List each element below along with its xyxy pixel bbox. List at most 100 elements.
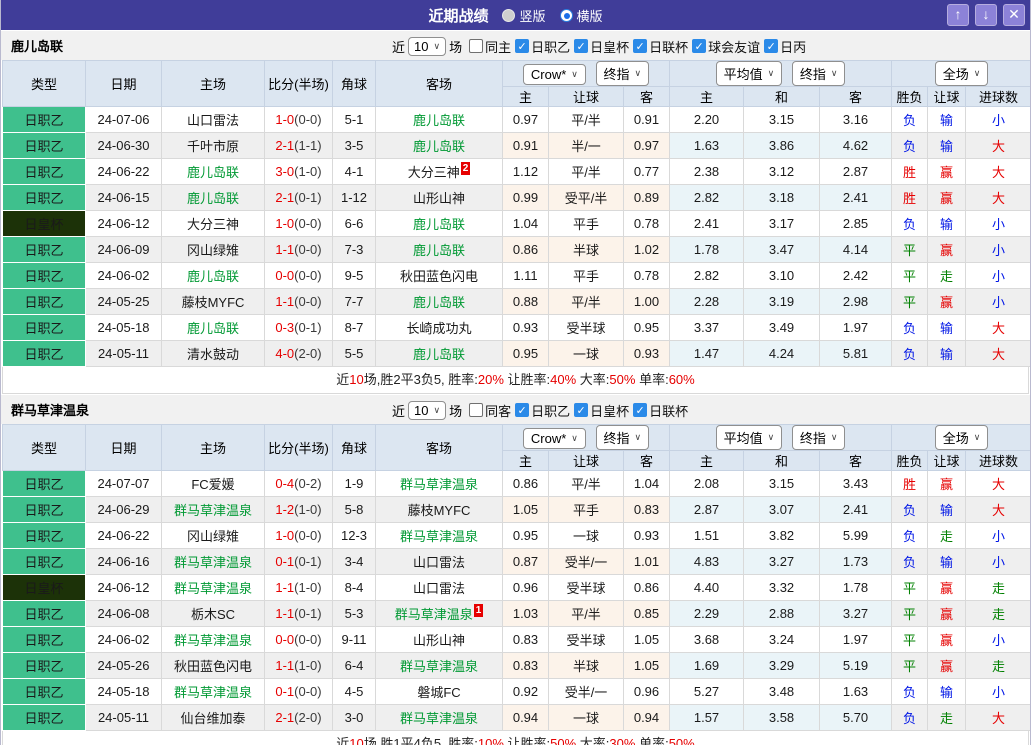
league-filter[interactable]: ✓ 日联杯 (633, 401, 688, 420)
odds-time-select[interactable]: 终指 ∨ (791, 425, 846, 450)
crow-away-odds: 0.78 (622, 210, 671, 237)
odds-time-select[interactable]: 终指 ∨ (791, 61, 846, 86)
checkbox-unchecked-icon[interactable] (469, 39, 484, 53)
scope-select[interactable]: 全场 ∨ (934, 425, 989, 450)
odds-time-select[interactable]: 终指 ∨ (595, 61, 650, 86)
move-down-button[interactable]: ↓ (975, 4, 997, 26)
move-up-button[interactable]: ↑ (947, 4, 969, 26)
average-select-value: 平均值 (723, 431, 763, 446)
checkbox-checked-icon[interactable]: ✓ (574, 403, 589, 417)
horizontal-layout-label: 横版 (576, 8, 603, 24)
result-handicap: 赢 (927, 574, 967, 601)
sub-col: 让球 (548, 450, 624, 471)
match-date: 24-07-06 (85, 106, 162, 133)
chevron-down-icon: ∨ (571, 69, 578, 79)
result-outcome: 负 (891, 522, 929, 549)
sub-col: 胜负 (891, 450, 929, 471)
league-filter[interactable]: ✓ 日职乙 (515, 401, 570, 420)
checkbox-checked-icon[interactable]: ✓ (515, 403, 530, 417)
checkbox-checked-icon[interactable]: ✓ (574, 39, 589, 53)
fulltime-score: 1-0 (275, 216, 295, 231)
match-row: 日职乙 24-06-22 鹿儿岛联 3-0(1-0) 4-1 大分三神 2 1.12 平/半 0.… (2, 158, 1030, 185)
odds-time-select[interactable]: 终指 ∨ (595, 425, 650, 450)
crow-handicap: 平手 (548, 262, 624, 289)
team-label: 清水鼓动 (186, 347, 239, 362)
sub-col: 主 (669, 86, 745, 107)
fulltime-score: 0-0 (275, 268, 295, 283)
match-row: 日职乙 24-06-02 群马草津温泉 0-0(0-0) 9-11 山形山神 0.83 受半球… (2, 626, 1030, 653)
chevron-down-icon: ∨ (634, 68, 642, 78)
league-filter[interactable]: ✓ 日皇杯 (574, 37, 629, 56)
bookmaker-select[interactable]: Crow* ∨ (522, 64, 586, 85)
league-filter[interactable]: ✓ 日皇杯 (574, 401, 629, 420)
summary-segment: 单率: (635, 736, 669, 745)
scope-select[interactable]: 全场 ∨ (934, 61, 989, 86)
same-venue-filter[interactable]: 同客 (469, 401, 511, 420)
result-goals: 大 (965, 158, 1030, 185)
sub-col: 和 (743, 450, 821, 471)
col-score: 比分(半场) (264, 60, 333, 107)
match-row: 日职乙 24-06-16 群马草津温泉 0-1(0-1) 3-4 山口雷法 0.87 受半/一… (2, 548, 1030, 575)
same-venue-label: 同主 (485, 39, 512, 55)
checkbox-checked-icon[interactable]: ✓ (633, 403, 648, 417)
league-filter[interactable]: ✓ 日职乙 (515, 37, 570, 56)
crow-home-odds: 0.83 (502, 626, 549, 653)
league-filter[interactable]: ✓ 球会友谊 (692, 37, 760, 56)
league-filter[interactable]: ✓ 日丙 (764, 37, 806, 56)
avg-home-odds: 2.38 (669, 158, 745, 185)
avg-away-odds: 2.98 (819, 288, 893, 315)
fulltime-score: 1-1 (275, 658, 295, 673)
match-row: 日皇杯 24-06-12 群马草津温泉 1-1(1-0) 8-4 山口雷法 0.96 受半球 0… (2, 574, 1030, 601)
avg-home-odds: 3.37 (669, 314, 745, 341)
avg-draw-odds: 4.24 (743, 340, 821, 367)
bookmaker-select[interactable]: Crow* ∨ (522, 428, 586, 449)
checkbox-checked-icon[interactable]: ✓ (692, 39, 707, 53)
away-team: 群马草津温泉 (375, 522, 503, 549)
match-row: 日职乙 24-06-15 鹿儿岛联 2-1(0-1) 1-12 山形山神 0.99 受平/半 0… (2, 184, 1030, 211)
league-filter[interactable]: ✓ 日联杯 (633, 37, 688, 56)
result-goals: 小 (965, 288, 1030, 315)
result-handicap: 输 (927, 132, 967, 159)
team-label: 磐城FC (417, 685, 461, 700)
header-row-top: 类型 日期 主场 比分(半场) 角球 客场 Crow* ∨ 终指 ∨ 平均值 ∨ 终指… (2, 424, 1030, 471)
result-outcome: 平 (891, 262, 929, 289)
away-team: 山口雷法 (375, 574, 503, 601)
avg-away-odds: 2.42 (819, 262, 893, 289)
match-row: 日职乙 24-06-22 冈山绿雉 1-0(0-0) 12-3 群马草津温泉 0.95 一球 0… (2, 522, 1030, 549)
same-venue-filter[interactable]: 同主 (469, 37, 511, 56)
home-team: 群马草津温泉 (161, 496, 265, 523)
away-team: 鹿儿岛联 (375, 106, 503, 133)
average-select[interactable]: 平均值 ∨ (715, 425, 783, 450)
col-type: 类型 (2, 424, 86, 471)
col-date: 日期 (85, 60, 162, 107)
checkbox-unchecked-icon[interactable] (469, 403, 484, 417)
crow-handicap: 一球 (548, 340, 624, 367)
radio-unselected-icon[interactable] (502, 8, 516, 22)
horizontal-layout-radio[interactable]: 横版 (559, 6, 603, 25)
result-goals: 大 (965, 496, 1030, 523)
away-team: 鹿儿岛联 (375, 210, 503, 237)
checkbox-checked-icon[interactable]: ✓ (764, 39, 779, 53)
match-row: 日职乙 24-06-30 千叶市原 2-1(1-1) 3-5 鹿儿岛联 0.91 半/一 0.9… (2, 132, 1030, 159)
crow-home-odds: 0.86 (502, 470, 549, 497)
halftime-score: (0-0) (294, 216, 322, 231)
crow-home-odds: 0.87 (502, 548, 549, 575)
corner-score: 4-1 (332, 158, 376, 185)
vertical-layout-radio[interactable]: 竖版 (502, 6, 546, 25)
team-label: 鹿儿岛联 (412, 113, 465, 128)
crow-home-odds: 0.93 (502, 314, 549, 341)
match-count-select[interactable]: 10 ∨ (408, 36, 447, 56)
match-row: 日职乙 24-07-06 山口雷法 1-0(0-0) 5-1 鹿儿岛联 0.97 平/半 0.9… (2, 106, 1030, 133)
checkbox-checked-icon[interactable]: ✓ (515, 39, 530, 53)
home-team: 大分三神 (161, 210, 265, 237)
close-button[interactable]: ✕ (1003, 4, 1025, 26)
average-select[interactable]: 平均值 ∨ (715, 61, 783, 86)
col-away: 客场 (375, 424, 503, 471)
crow-home-odds: 0.83 (502, 652, 549, 679)
match-score: 0-4(0-2) (264, 470, 333, 497)
checkbox-checked-icon[interactable]: ✓ (633, 39, 648, 53)
match-count-select[interactable]: 10 ∨ (408, 400, 447, 420)
radio-selected-icon[interactable] (559, 8, 573, 22)
sub-col: 客 (819, 450, 893, 471)
result-goals: 大 (965, 184, 1030, 211)
